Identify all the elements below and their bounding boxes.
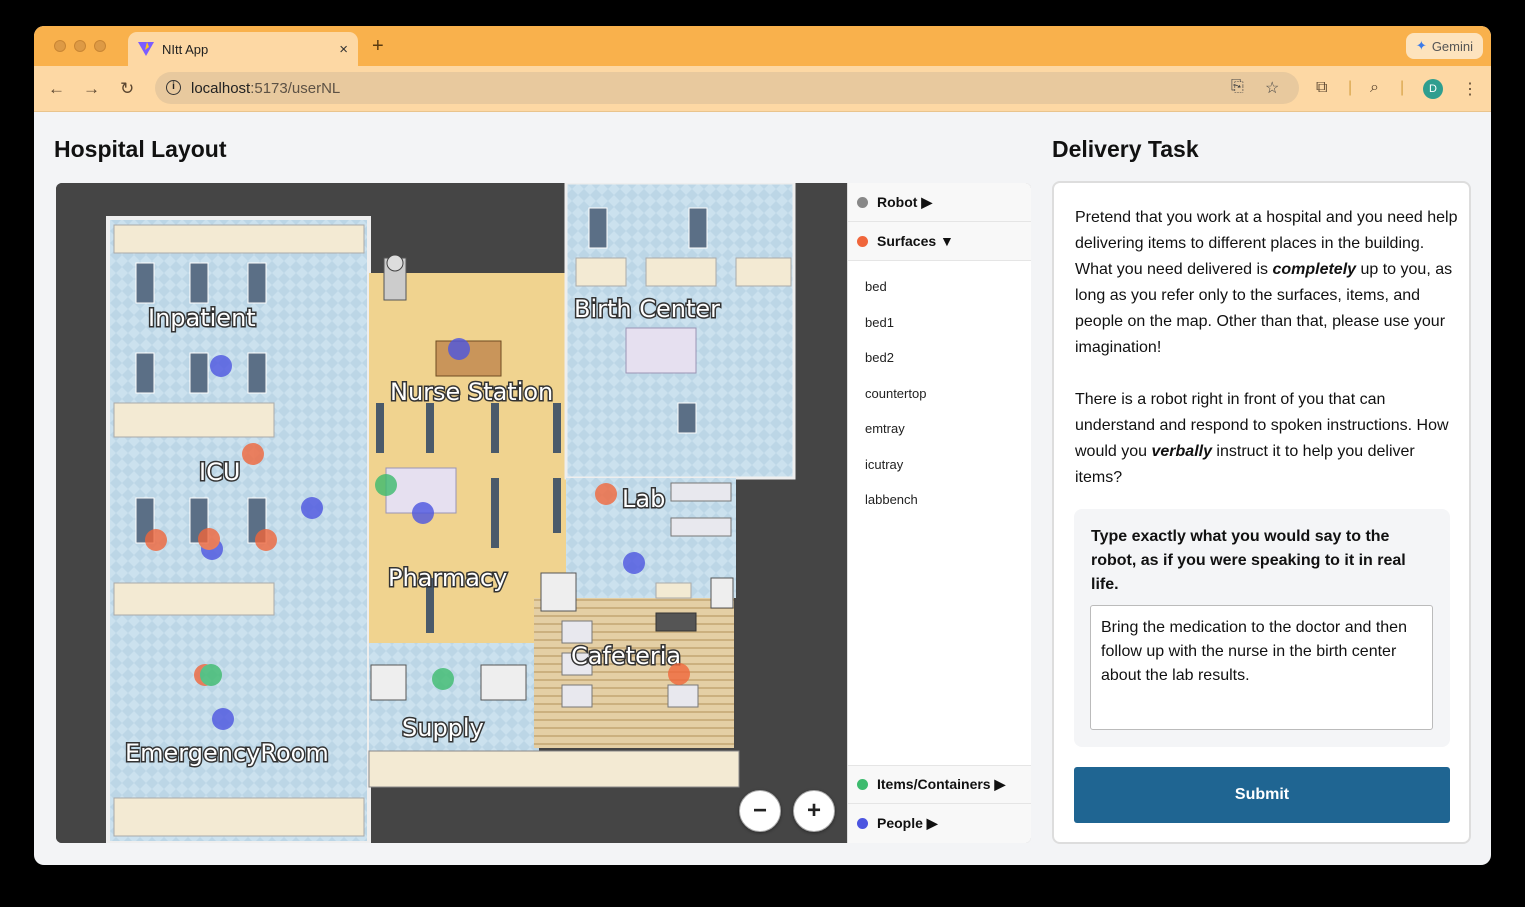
- window-controls: [54, 40, 106, 52]
- browser-window: NItt App × + ✦ Gemini ← → ↻ i localhost:…: [34, 26, 1491, 865]
- items-dot: [857, 779, 868, 790]
- map-label-cafeteria: Cafeteria: [571, 642, 681, 670]
- person-marker[interactable]: [210, 355, 232, 377]
- toolbar-divider: |: [1400, 79, 1405, 96]
- zoom-out-button[interactable]: −: [739, 790, 781, 832]
- person-marker[interactable]: [412, 502, 434, 524]
- surface-item-bed1[interactable]: bed1: [848, 305, 1031, 341]
- surface-marker[interactable]: [198, 528, 220, 550]
- map-label-inpatient: Inpatient: [148, 304, 256, 332]
- surface-marker[interactable]: [668, 663, 690, 685]
- legend-robot-toggle[interactable]: Robot ▶: [848, 183, 1031, 222]
- surface-item-icutray[interactable]: icutray: [848, 447, 1031, 483]
- legend-surfaces-toggle[interactable]: Surfaces ▼: [848, 222, 1031, 261]
- map-label-pharmacy: Pharmacy: [388, 564, 507, 592]
- legend-people-label: People ▶: [877, 815, 938, 831]
- site-info-icon[interactable]: i: [166, 80, 181, 95]
- minimize-window-button[interactable]: [74, 40, 86, 52]
- instruction-paragraph-1: Pretend that you work at a hospital and …: [1075, 205, 1459, 361]
- address-bar-row: ← → ↻ i localhost:5173/userNL ⎘ ☆ ⧉ | ⌕ …: [34, 66, 1491, 112]
- forward-arrow-icon[interactable]: →: [83, 79, 100, 99]
- person-marker[interactable]: [623, 552, 645, 574]
- item-marker[interactable]: [432, 668, 454, 690]
- surface-item-labbench[interactable]: labbench: [848, 482, 1031, 518]
- instruction-textarea[interactable]: Bring the medication to the doctor and t…: [1090, 605, 1433, 730]
- legend-robot-label: Robot ▶: [877, 193, 933, 210]
- delivery-task-heading: Delivery Task: [1052, 136, 1199, 162]
- gemini-label: Gemini: [1431, 38, 1473, 54]
- close-window-button[interactable]: [54, 40, 66, 52]
- maximize-window-button[interactable]: [94, 40, 106, 52]
- map-label-emergency-room: EmergencyRoom: [125, 739, 329, 767]
- vite-logo-icon: [138, 42, 154, 56]
- legend-surfaces-label: Surfaces ▼: [877, 233, 954, 249]
- map-legend: Robot ▶ Surfaces ▼ bed bed1 bed2 counter…: [847, 183, 1031, 843]
- hospital-map-container: Inpatient ICU EmergencyRoom Nurse Statio…: [56, 183, 1031, 843]
- gemini-button[interactable]: ✦ Gemini: [1405, 33, 1483, 59]
- hospital-layout-heading: Hospital Layout: [54, 136, 227, 162]
- new-tab-button[interactable]: +: [372, 35, 384, 58]
- instruction-paragraph-2: There is a robot right in front of you t…: [1075, 387, 1459, 491]
- surface-marker[interactable]: [242, 443, 264, 465]
- map-label-lab: Lab: [622, 485, 665, 513]
- delivery-task-panel: Pretend that you work at a hospital and …: [1052, 181, 1471, 844]
- people-dot: [857, 818, 868, 829]
- surfaces-list: bed bed1 bed2 countertop emtray icutray …: [848, 261, 1031, 518]
- url-path: :5173/userNL: [250, 79, 341, 97]
- profile-avatar[interactable]: D: [1423, 79, 1443, 99]
- surface-item-bed[interactable]: bed: [848, 269, 1031, 305]
- reload-icon[interactable]: ↻: [120, 79, 134, 99]
- person-marker[interactable]: [448, 338, 470, 360]
- tab-close-icon[interactable]: ×: [339, 41, 348, 58]
- bookmark-star-icon[interactable]: ☆: [1265, 78, 1279, 98]
- emphasis-completely: completely: [1272, 261, 1357, 278]
- person-marker[interactable]: [212, 708, 234, 730]
- map-label-birth-center: Birth Center: [574, 295, 720, 323]
- surface-item-emtray[interactable]: emtray: [848, 411, 1031, 447]
- emphasis-verbally: verbally: [1151, 443, 1212, 460]
- legend-items-label: Items/Containers ▶: [877, 776, 1006, 792]
- surface-item-bed2[interactable]: bed2: [848, 340, 1031, 376]
- map-label-icu: ICU: [199, 458, 240, 486]
- robot-dot: [857, 196, 868, 208]
- url-field[interactable]: i localhost:5173/userNL ⎘ ☆: [155, 72, 1299, 104]
- legend-bottom-group: Items/Containers ▶ People ▶: [848, 765, 1031, 843]
- response-prompt: Type exactly what you would say to the r…: [1091, 528, 1406, 593]
- install-app-icon[interactable]: ⎘: [1231, 78, 1244, 96]
- item-marker[interactable]: [200, 664, 222, 686]
- map-label-supply: Supply: [402, 714, 484, 742]
- surfaces-dot: [857, 235, 868, 247]
- surface-marker[interactable]: [255, 529, 277, 551]
- tab-bar: NItt App × + ✦ Gemini: [34, 26, 1491, 66]
- task-instructions: Pretend that you work at a hospital and …: [1075, 205, 1459, 517]
- surface-marker[interactable]: [145, 529, 167, 551]
- browser-tab[interactable]: NItt App ×: [128, 32, 358, 66]
- more-menu-icon[interactable]: ⋮: [1462, 79, 1478, 99]
- page-content: Hospital Layout Inpatient ICU EmergencyR…: [34, 113, 1491, 865]
- gemini-sparkle-icon: ✦: [1415, 38, 1427, 53]
- legend-people-toggle[interactable]: People ▶: [848, 804, 1031, 843]
- surface-marker[interactable]: [595, 483, 617, 505]
- hospital-map[interactable]: Inpatient ICU EmergencyRoom Nurse Statio…: [56, 183, 847, 843]
- surface-item-countertop[interactable]: countertop: [848, 376, 1031, 412]
- submit-button[interactable]: Submit: [1074, 767, 1450, 823]
- zoom-in-button[interactable]: +: [793, 790, 835, 832]
- map-label-nurse-station: Nurse Station: [390, 378, 553, 406]
- url-host: localhost: [191, 79, 251, 97]
- person-marker[interactable]: [301, 497, 323, 519]
- tab-title: NItt App: [162, 41, 209, 57]
- response-box: Type exactly what you would say to the r…: [1074, 509, 1450, 747]
- tab-search-icon[interactable]: ⌕: [1370, 79, 1379, 97]
- back-arrow-icon[interactable]: ←: [48, 79, 65, 99]
- item-marker[interactable]: [375, 474, 397, 496]
- legend-items-toggle[interactable]: Items/Containers ▶: [848, 765, 1031, 804]
- extensions-puzzle-icon[interactable]: ⧉: [1316, 79, 1327, 97]
- toolbar-divider: |: [1348, 79, 1353, 96]
